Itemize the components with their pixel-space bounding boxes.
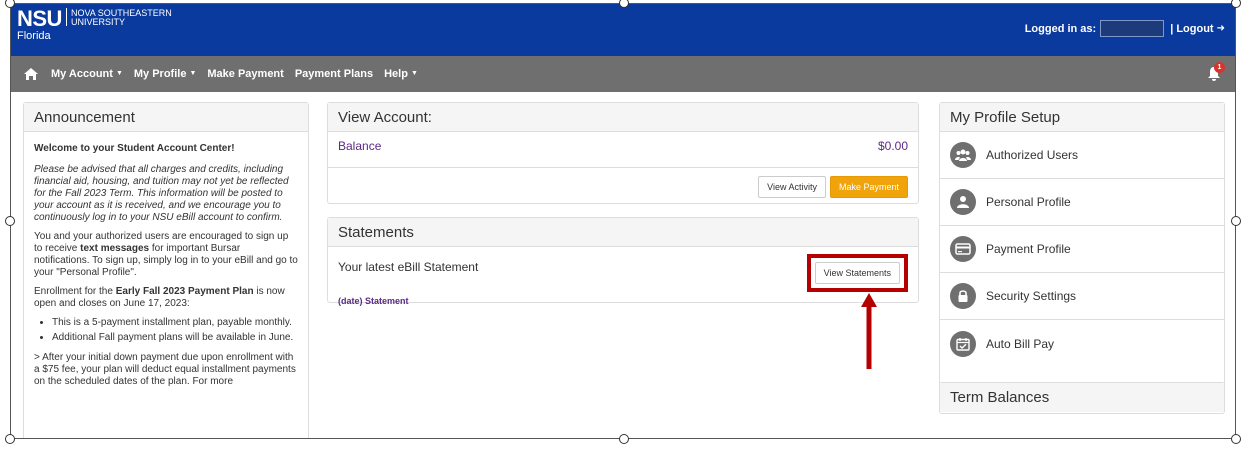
resize-handle[interactable] bbox=[1231, 434, 1241, 444]
latest-statement-row: Your latest eBill Statement View Stateme… bbox=[328, 247, 918, 296]
credit-card-icon bbox=[950, 236, 976, 262]
statement-link[interactable]: (date) Statement bbox=[328, 296, 918, 306]
username-field bbox=[1100, 20, 1165, 37]
nav-my-account[interactable]: My Account ▼ bbox=[51, 68, 123, 80]
home-icon[interactable] bbox=[23, 67, 39, 81]
browser-frame: NSU NOVA SOUTHEASTERN UNIVERSITY Florida L… bbox=[10, 3, 1236, 439]
term-balances-title[interactable]: Term Balances bbox=[940, 383, 1224, 412]
users-icon bbox=[950, 142, 976, 168]
resize-handle[interactable] bbox=[619, 434, 629, 444]
profile-item-label: Authorized Users bbox=[986, 148, 1079, 162]
announcement-panel: Announcement Welcome to your Student Acc… bbox=[23, 102, 309, 438]
make-payment-button[interactable]: Make Payment bbox=[829, 176, 908, 198]
resize-handle[interactable] bbox=[1231, 0, 1241, 8]
chevron-down-icon: ▼ bbox=[115, 70, 123, 77]
main-nav: My Account ▼ My Profile ▼ Make Payment Pay… bbox=[11, 56, 1235, 92]
profile-item-label: Security Settings bbox=[986, 289, 1077, 303]
profile-item-label: Payment Profile bbox=[986, 242, 1071, 256]
p3-text-a: Enrollment for the bbox=[34, 286, 116, 297]
profile-item-label: Personal Profile bbox=[986, 195, 1071, 209]
announcement-paragraph-2: You and your authorized users are encour… bbox=[34, 231, 298, 279]
resize-handle[interactable] bbox=[1231, 216, 1241, 226]
list-item: Additional Fall payment plans will be av… bbox=[52, 332, 298, 344]
chevron-down-icon: ▼ bbox=[410, 70, 418, 77]
logo-divider bbox=[65, 8, 67, 26]
view-activity-button[interactable]: View Activity bbox=[758, 176, 826, 198]
view-account-panel: View Account: Balance $0.00 View Activit… bbox=[327, 102, 919, 204]
resize-handle[interactable] bbox=[5, 434, 15, 444]
announcement-paragraph-4: > After your initial down payment due up… bbox=[34, 352, 296, 387]
view-statements-button[interactable]: View Statements bbox=[814, 262, 900, 284]
announcement-paragraph-1: Please be advised that all charges and c… bbox=[34, 164, 289, 223]
lock-icon bbox=[950, 283, 976, 309]
list-item: This is a 5-payment installment plan, pa… bbox=[52, 317, 298, 329]
red-arrow-annotation bbox=[861, 293, 877, 369]
login-status: Logged in as: | Logout ➜ bbox=[1025, 20, 1225, 37]
nav-my-profile[interactable]: My Profile ▼ bbox=[134, 68, 197, 80]
logo-university-line2: UNIVERSITY bbox=[70, 17, 125, 27]
user-icon bbox=[950, 189, 976, 215]
profile-item-personal-profile[interactable]: Personal Profile bbox=[940, 179, 1224, 226]
calendar-check-icon bbox=[950, 330, 976, 357]
profile-item-label: Auto Bill Pay bbox=[986, 336, 1055, 351]
resize-handle[interactable] bbox=[5, 216, 15, 226]
nav-help-label: Help bbox=[384, 68, 408, 80]
announcement-title: Announcement bbox=[24, 103, 308, 132]
nav-payment-plans[interactable]: Payment Plans bbox=[295, 68, 373, 80]
logo-university: NOVA SOUTHEASTERN UNIVERSITY bbox=[71, 9, 172, 27]
announcement-bullets: This is a 5-payment installment plan, pa… bbox=[52, 317, 298, 344]
logo-nsu-text: NSU bbox=[17, 6, 62, 31]
nsu-logo[interactable]: NSU NOVA SOUTHEASTERN UNIVERSITY Florida bbox=[17, 6, 172, 43]
notifications-bell[interactable]: 1 bbox=[1205, 62, 1225, 83]
profile-item-auto-bill-pay[interactable]: Auto Bill Pay bbox=[940, 320, 1224, 367]
statements-title: Statements bbox=[328, 218, 918, 247]
balance-row: Balance $0.00 bbox=[328, 132, 918, 168]
logged-in-label: Logged in as: bbox=[1024, 22, 1097, 35]
logout-link[interactable]: | Logout bbox=[1170, 23, 1213, 35]
chevron-down-icon: ▼ bbox=[189, 70, 197, 77]
statements-panel: Statements Your latest eBill Statement V… bbox=[327, 217, 919, 306]
profile-item-payment-profile[interactable]: Payment Profile bbox=[940, 226, 1224, 273]
profile-item-authorized-users[interactable]: Authorized Users bbox=[940, 132, 1224, 179]
profile-setup-title: My Profile Setup bbox=[940, 103, 1224, 132]
term-balances-panel: Term Balances bbox=[939, 382, 1225, 412]
announcement-paragraph-3: Enrollment for the Early Fall 2023 Payme… bbox=[34, 286, 298, 310]
account-actions: View Activity Make Payment bbox=[328, 168, 918, 206]
nav-help[interactable]: Help ▼ bbox=[384, 68, 418, 80]
nav-my-account-label: My Account bbox=[51, 68, 113, 80]
balance-label: Balance bbox=[338, 139, 382, 153]
profile-setup-panel: My Profile Setup Authorized Users Person… bbox=[939, 102, 1225, 414]
logo-florida: Florida bbox=[17, 30, 51, 42]
profile-item-security-settings[interactable]: Security Settings bbox=[940, 273, 1224, 320]
balance-value: $0.00 bbox=[877, 139, 908, 153]
announcement-body: Welcome to your Student Account Center! … bbox=[24, 132, 308, 403]
nav-my-profile-label: My Profile bbox=[133, 68, 187, 80]
logout-icon[interactable]: ➜ bbox=[1217, 23, 1225, 34]
latest-statement-label: Your latest eBill Statement bbox=[338, 260, 479, 274]
notification-badge: 1 bbox=[1214, 62, 1225, 73]
p3-bold: Early Fall 2023 Payment Plan bbox=[115, 286, 254, 297]
top-header: NSU NOVA SOUTHEASTERN UNIVERSITY Florida L… bbox=[11, 4, 1235, 56]
announcement-welcome: Welcome to your Student Account Center! bbox=[34, 143, 235, 154]
nav-make-payment[interactable]: Make Payment bbox=[207, 68, 283, 80]
p2-bold: text messages bbox=[80, 243, 150, 254]
view-account-title: View Account: bbox=[328, 103, 918, 132]
highlight-box: View Statements bbox=[806, 254, 908, 292]
